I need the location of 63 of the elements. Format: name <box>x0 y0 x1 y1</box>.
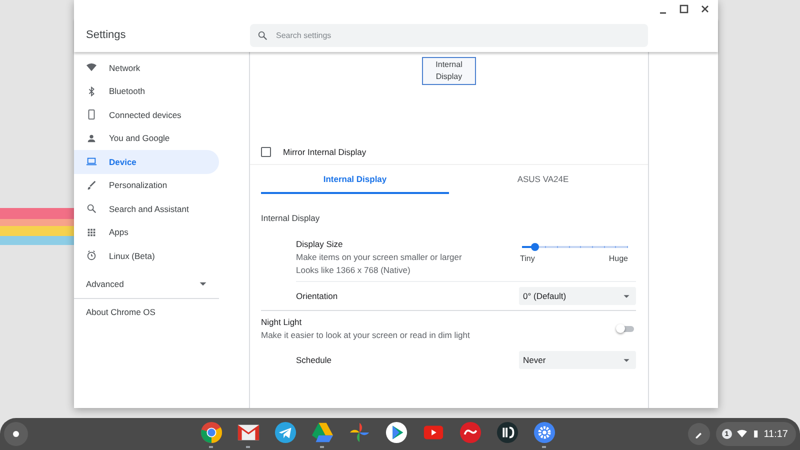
window-title: Settings <box>85 29 127 41</box>
sidebar-item[interactable]: Linux (Beta) <box>74 244 219 268</box>
laptop-icon <box>86 156 97 168</box>
shelf-app[interactable] <box>199 419 224 449</box>
pinwheel-icon <box>348 421 371 444</box>
settings-icon <box>532 421 556 444</box>
display-tile[interactable]: Internal Display <box>422 57 476 85</box>
sidebar-item[interactable]: Bluetooth <box>74 80 219 103</box>
search-icon <box>257 30 268 40</box>
setting-title: Night Light <box>261 317 303 327</box>
person-icon <box>86 132 97 144</box>
slider-max-label: Huge <box>608 254 628 262</box>
sidebar-item[interactable]: You and Google <box>74 126 219 150</box>
about-link[interactable]: About Chrome OS <box>86 306 249 316</box>
slider-min-label: Tiny <box>520 254 535 262</box>
close-icon[interactable] <box>700 4 710 14</box>
clock-time: 11:17 <box>764 428 788 440</box>
bluetooth-icon <box>86 86 97 97</box>
chrome-icon <box>200 421 223 444</box>
checkbox-label: Mirror Internal Display <box>283 147 366 157</box>
bars-icon <box>496 421 519 444</box>
setting-description: Make items on your screen smaller or larger <box>296 252 462 262</box>
circle-icon <box>11 429 21 439</box>
battery-icon <box>752 429 759 439</box>
setting-title: Schedule <box>296 355 332 365</box>
phone-icon <box>86 109 97 120</box>
sidebar-item[interactable]: Device <box>74 150 219 174</box>
shelf-app[interactable] <box>532 419 556 449</box>
setting-description: Make it easier to look at your screen or read in dim light <box>261 330 470 340</box>
loop-icon <box>458 421 482 444</box>
wifi-icon <box>736 429 747 439</box>
setting-title: Display Size <box>296 239 344 249</box>
search-icon <box>86 203 97 214</box>
dropdown[interactable]: 0° (Default) <box>519 287 636 305</box>
stylus-button[interactable] <box>688 423 710 445</box>
sidebar-item[interactable]: Personalization <box>74 174 219 197</box>
caret-icon <box>199 280 207 288</box>
setting-title: Orientation <box>296 291 338 301</box>
search-field[interactable]: Search settings <box>250 24 648 46</box>
checkbox[interactable] <box>261 147 271 157</box>
caret-icon <box>623 356 630 364</box>
setting-detail: Looks like 1366 x 768 (Native) <box>296 265 412 275</box>
advanced-toggle[interactable]: Advanced <box>74 270 219 298</box>
slider-thumb[interactable] <box>530 242 539 250</box>
sidebar-item[interactable]: Search and Assistant <box>74 197 219 220</box>
display-tab[interactable]: ASUS VA24E <box>449 165 637 194</box>
sidebar-item[interactable]: Apps <box>74 220 219 244</box>
caret-icon <box>623 292 630 300</box>
display-tab[interactable]: Internal Display <box>261 165 449 194</box>
sidebar-item[interactable]: Network <box>74 56 219 80</box>
paper-plane-icon <box>274 421 297 444</box>
dropdown[interactable]: Never <box>519 351 636 369</box>
toggle-switch[interactable] <box>616 324 634 333</box>
play-icon <box>384 421 408 444</box>
launcher-button[interactable] <box>4 422 28 446</box>
grid-icon <box>86 226 97 238</box>
maximize-icon[interactable] <box>679 4 689 14</box>
sidebar-item[interactable]: Connected devices <box>74 103 219 126</box>
section-title: Internal Display <box>261 212 321 225</box>
triangle-icon <box>310 421 334 444</box>
clock-icon <box>86 250 97 262</box>
wifi-icon <box>86 62 97 74</box>
brush-icon <box>86 180 97 191</box>
